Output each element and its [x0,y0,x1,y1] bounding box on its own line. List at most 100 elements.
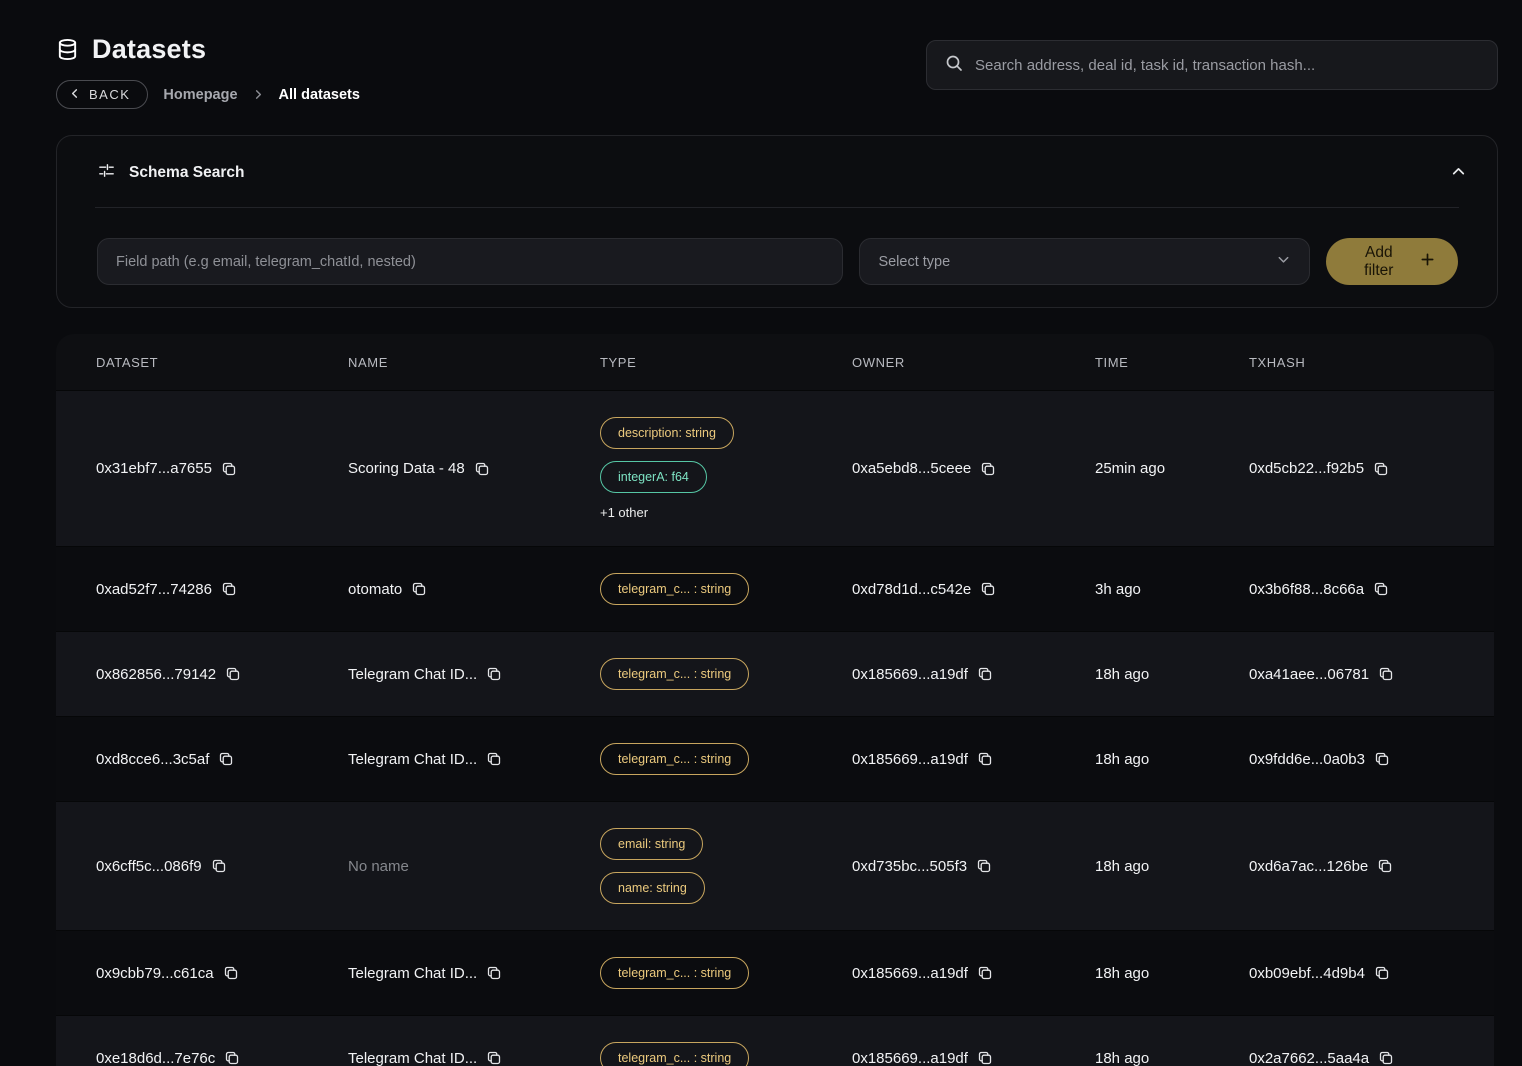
table-row[interactable]: 0xad52f7...74286 otomato telegram_c... :… [56,546,1494,631]
table-row[interactable]: 0x862856...79142 Telegram Chat ID... tel… [56,631,1494,716]
type-cell: email: stringname: string [600,802,852,930]
copy-owner-icon[interactable] [976,858,992,874]
copy-dataset-icon[interactable] [225,666,241,682]
chevron-down-icon [1276,252,1291,271]
txhash-cell: 0x3b6f88...8c66a [1249,581,1494,598]
breadcrumb-homepage[interactable]: Homepage [163,87,237,103]
txhash-value: 0xb09ebf...4d9b4 [1249,965,1365,982]
copy-owner-icon[interactable] [980,461,996,477]
copy-name-icon[interactable] [486,751,502,767]
owner-address: 0xd735bc...505f3 [852,858,967,875]
copy-dataset-icon[interactable] [218,751,234,767]
type-badge: telegram_c... : string [600,1042,749,1066]
search-input[interactable] [975,57,1479,74]
dataset-cell: 0x9cbb79...c61ca [96,965,348,982]
owner-cell: 0x185669...a19df [852,1050,1095,1066]
add-filter-button[interactable]: Add filter [1326,238,1458,285]
collapse-panel-button[interactable] [1450,163,1467,183]
type-cell: telegram_c... : string [600,717,852,801]
copy-txhash-icon[interactable] [1378,666,1394,682]
dataset-cell: 0xd8cce6...3c5af [96,751,348,768]
type-select[interactable]: Select type [859,238,1309,285]
dataset-id: 0xd8cce6...3c5af [96,751,209,768]
dataset-id: 0x31ebf7...a7655 [96,460,212,477]
owner-address: 0x185669...a19df [852,751,968,768]
txhash-value: 0xa41aee...06781 [1249,666,1369,683]
txhash-value: 0x2a7662...5aa4a [1249,1050,1369,1066]
owner-address: 0x185669...a19df [852,666,968,683]
txhash-cell: 0x2a7662...5aa4a [1249,1050,1494,1066]
datasets-page: Datasets BACK Homepage All datasets [0,0,1522,1066]
copy-owner-icon[interactable] [977,1050,993,1066]
column-header-time: TIME [1095,355,1249,370]
dataset-id: 0xe18d6d...7e76c [96,1050,215,1066]
txhash-cell: 0xa41aee...06781 [1249,666,1494,683]
type-badge: telegram_c... : string [600,573,749,605]
time-value: 3h ago [1095,581,1141,598]
copy-name-icon[interactable] [486,1050,502,1066]
copy-txhash-icon[interactable] [1378,1050,1394,1066]
name-cell: Telegram Chat ID... [348,751,600,768]
copy-name-icon[interactable] [486,965,502,981]
owner-cell: 0x185669...a19df [852,965,1095,982]
copy-dataset-icon[interactable] [223,965,239,981]
copy-dataset-icon[interactable] [221,461,237,477]
owner-address: 0x185669...a19df [852,1050,968,1066]
type-badge: integerA: f64 [600,461,707,493]
copy-owner-icon[interactable] [977,751,993,767]
type-badge: description: string [600,417,734,449]
column-header-dataset: DATASET [96,355,348,370]
dataset-name: Scoring Data - 48 [348,460,465,477]
txhash-value: 0x3b6f88...8c66a [1249,581,1364,598]
copy-txhash-icon[interactable] [1377,858,1393,874]
copy-owner-icon[interactable] [977,965,993,981]
table-row[interactable]: 0x9cbb79...c61ca Telegram Chat ID... tel… [56,930,1494,1015]
name-cell: Scoring Data - 48 [348,460,600,477]
back-button[interactable]: BACK [56,80,148,109]
type-cell: telegram_c... : string [600,632,852,716]
dataset-id: 0x9cbb79...c61ca [96,965,214,982]
field-path-input[interactable] [97,238,843,285]
copy-owner-icon[interactable] [980,581,996,597]
type-badge: telegram_c... : string [600,957,749,989]
copy-txhash-icon[interactable] [1374,965,1390,981]
copy-dataset-icon[interactable] [211,858,227,874]
name-cell: Telegram Chat ID... [348,1050,600,1066]
page-title: Datasets [92,34,206,65]
table-row[interactable]: 0xd8cce6...3c5af Telegram Chat ID... tel… [56,716,1494,801]
filter-sliders-icon [97,161,116,185]
time-value: 18h ago [1095,1050,1149,1066]
more-types-label: +1 other [600,505,648,520]
schema-search-header[interactable]: Schema Search [57,136,1497,207]
table-row[interactable]: 0xe18d6d...7e76c Telegram Chat ID... tel… [56,1015,1494,1066]
table-row[interactable]: 0x31ebf7...a7655 Scoring Data - 48 descr… [56,390,1494,546]
add-filter-label: Add filter [1349,244,1409,280]
copy-owner-icon[interactable] [977,666,993,682]
txhash-value: 0x9fdd6e...0a0b3 [1249,751,1365,768]
copy-dataset-icon[interactable] [221,581,237,597]
column-header-owner: OWNER [852,355,1095,370]
copy-name-icon[interactable] [486,666,502,682]
schema-search-title: Schema Search [129,164,244,182]
column-header-type: TYPE [600,355,852,370]
copy-txhash-icon[interactable] [1373,581,1389,597]
table-row[interactable]: 0x6cff5c...086f9 No name email: stringna… [56,801,1494,930]
copy-dataset-icon[interactable] [224,1050,240,1066]
database-icon [56,38,79,61]
copy-name-icon[interactable] [411,581,427,597]
time-value: 18h ago [1095,858,1149,875]
copy-name-icon[interactable] [474,461,490,477]
owner-cell: 0x185669...a19df [852,751,1095,768]
copy-txhash-icon[interactable] [1374,751,1390,767]
time-cell: 3h ago [1095,581,1249,598]
dataset-cell: 0xe18d6d...7e76c [96,1050,348,1066]
table-header-row: DATASET NAME TYPE OWNER TIME TXHASH [56,334,1494,390]
copy-txhash-icon[interactable] [1373,461,1389,477]
dataset-name: otomato [348,581,402,598]
dataset-id: 0xad52f7...74286 [96,581,212,598]
type-cell: telegram_c... : string [600,931,852,1015]
global-search-bar[interactable] [926,40,1498,90]
txhash-cell: 0xd5cb22...f92b5 [1249,460,1494,477]
type-badge: name: string [600,872,705,904]
owner-address: 0xd78d1d...c542e [852,581,971,598]
